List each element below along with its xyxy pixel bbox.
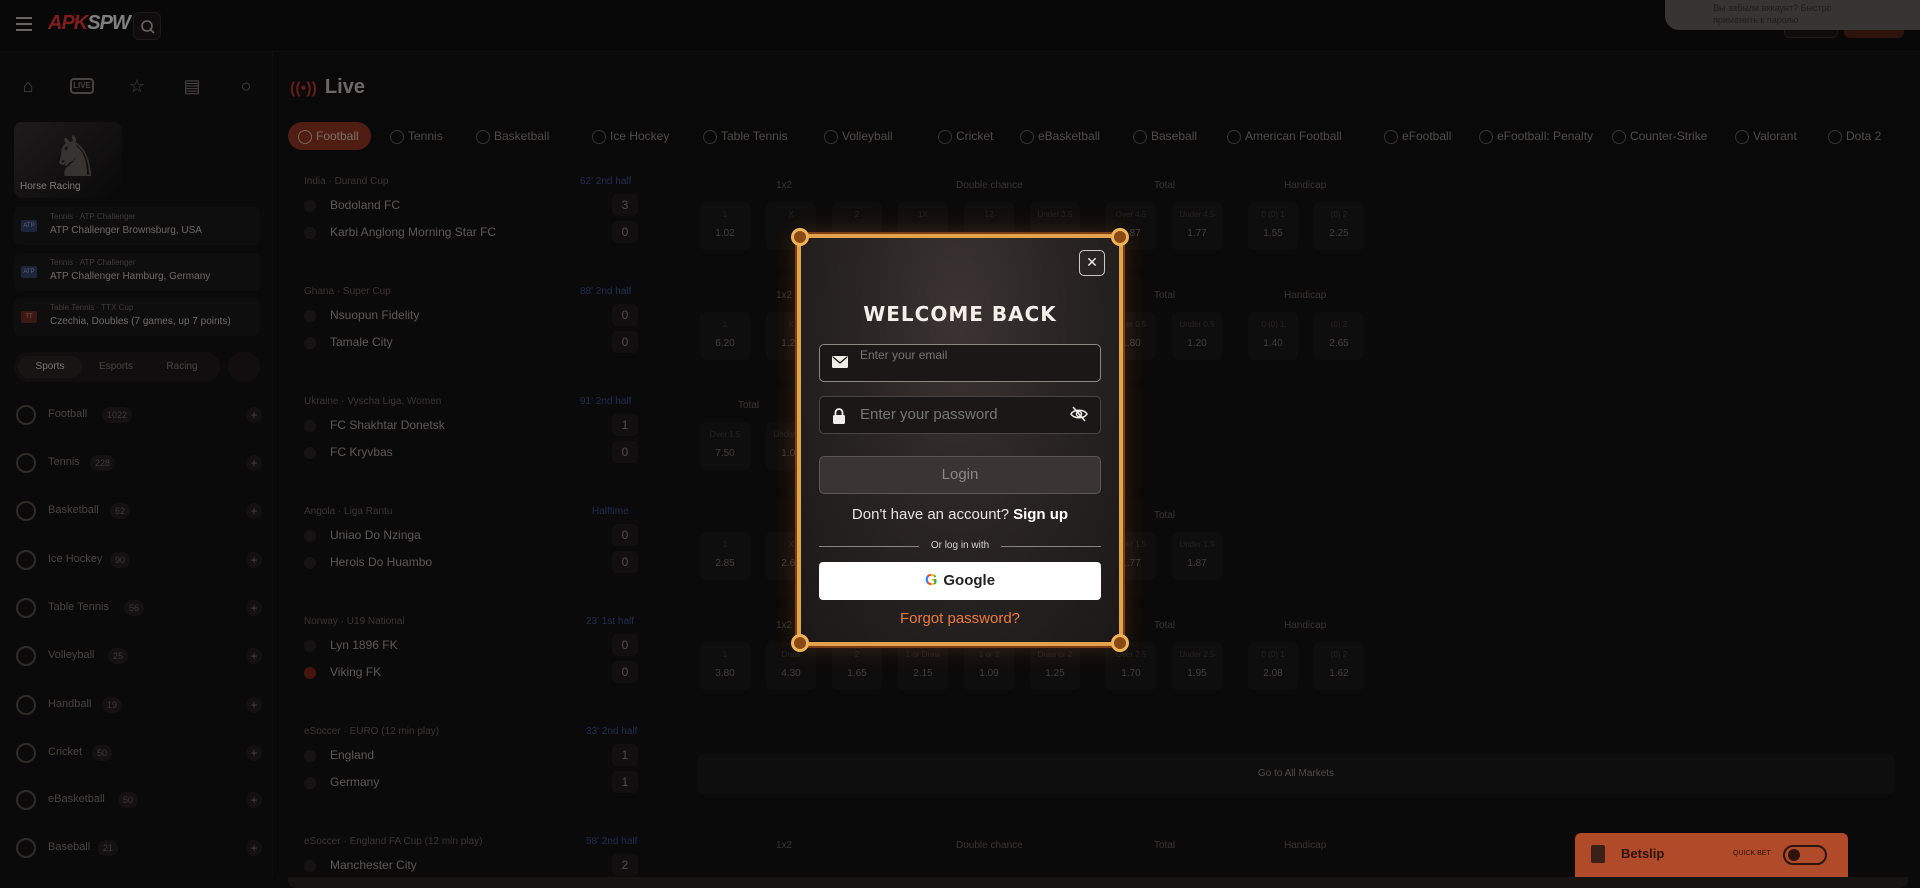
- login-button[interactable]: Login: [819, 456, 1101, 494]
- eye-off-icon[interactable]: [1070, 406, 1088, 425]
- signup-prompt: Don't have an account? Sign up: [801, 506, 1119, 523]
- or-login-with-text: Or log in with: [930, 540, 990, 551]
- betslip-title: Betslip: [1621, 846, 1665, 861]
- ornament-corner: [791, 228, 809, 246]
- modal-title: WELCOME BACK: [863, 302, 1057, 326]
- google-icon: G: [925, 562, 937, 600]
- close-button[interactable]: ✕: [1079, 250, 1105, 276]
- betslip-bar[interactable]: Betslip QUICK BET: [1575, 833, 1848, 877]
- mail-icon: [832, 356, 848, 370]
- close-icon: ✕: [1086, 254, 1098, 270]
- signup-link[interactable]: Sign up: [1013, 506, 1068, 523]
- or-divider: Or log in with: [819, 540, 1101, 552]
- ornament-corner: [1111, 634, 1129, 652]
- password-field[interactable]: [819, 396, 1101, 434]
- quick-bet-toggle[interactable]: [1783, 845, 1827, 865]
- email-field[interactable]: [819, 344, 1101, 382]
- email-input[interactable]: [860, 348, 1080, 362]
- quick-bet-label: QUICK BET: [1733, 850, 1771, 857]
- app-root: APKSPW Вы забыли аккаунт? Быстро примени…: [0, 0, 1920, 888]
- lock-icon: [832, 408, 848, 424]
- betslip-icon: [1591, 845, 1605, 863]
- password-input[interactable]: [860, 406, 1080, 423]
- forgot-password-link[interactable]: Forgot password?: [801, 610, 1119, 627]
- no-account-text: Don't have an account?: [851, 506, 1010, 523]
- login-modal: ✕ WELCOME BACK Login Don't have an accou…: [791, 228, 1129, 652]
- ornament-corner: [791, 634, 809, 652]
- google-label: Google: [943, 572, 996, 589]
- ornament-corner: [1111, 228, 1129, 246]
- google-login-button[interactable]: G Google: [819, 562, 1101, 600]
